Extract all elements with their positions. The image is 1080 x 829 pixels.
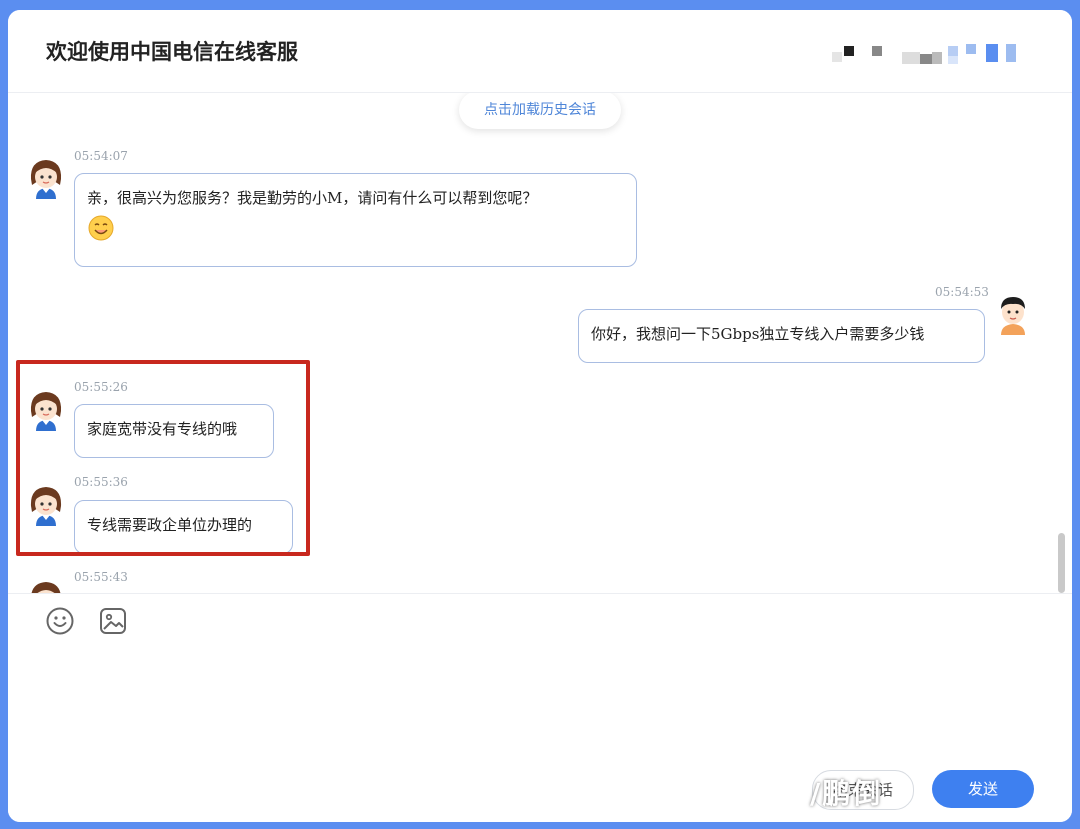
agent-avatar bbox=[24, 155, 68, 199]
scrollbar-thumb[interactable] bbox=[1058, 533, 1065, 593]
message-text: 你好，我想问一下5Gbps独立专线入户需要多少钱 bbox=[591, 325, 925, 343]
message-timestamp: 05:54:07 bbox=[74, 149, 128, 163]
agent-message: 亲，很高兴为您服务？我是勤劳的小M，请问有什么可以帮到您呢？ bbox=[74, 173, 637, 267]
emoji-icon[interactable] bbox=[45, 606, 75, 636]
load-history-button[interactable]: 点击加载历史会话 bbox=[459, 93, 621, 129]
smile-emoji-icon bbox=[88, 215, 114, 241]
image-icon[interactable] bbox=[98, 606, 128, 636]
page-title: 欢迎使用中国电信在线客服 bbox=[46, 40, 298, 64]
user-message: 你好，我想问一下5Gbps独立专线入户需要多少钱 bbox=[578, 309, 985, 363]
redacted-user-info bbox=[820, 42, 1020, 66]
message-timestamp: 05:54:53 bbox=[935, 285, 989, 299]
watermark-text: /鹏倒 bbox=[810, 777, 883, 810]
message-text: 亲，很高兴为您服务？我是勤劳的小M，请问有什么可以帮到您呢？ bbox=[87, 189, 538, 207]
agent-avatar bbox=[24, 577, 68, 593]
user-avatar bbox=[991, 291, 1035, 335]
scrollbar[interactable] bbox=[1056, 138, 1066, 593]
chat-header: 欢迎使用中国电信在线客服 bbox=[8, 10, 1072, 93]
send-button[interactable]: 发送 bbox=[932, 770, 1034, 808]
message-timestamp: 05:55:43 bbox=[74, 570, 128, 584]
annotation-highlight-box bbox=[16, 360, 310, 556]
message-input-area[interactable]: 结束会话 发送 bbox=[8, 593, 1072, 822]
